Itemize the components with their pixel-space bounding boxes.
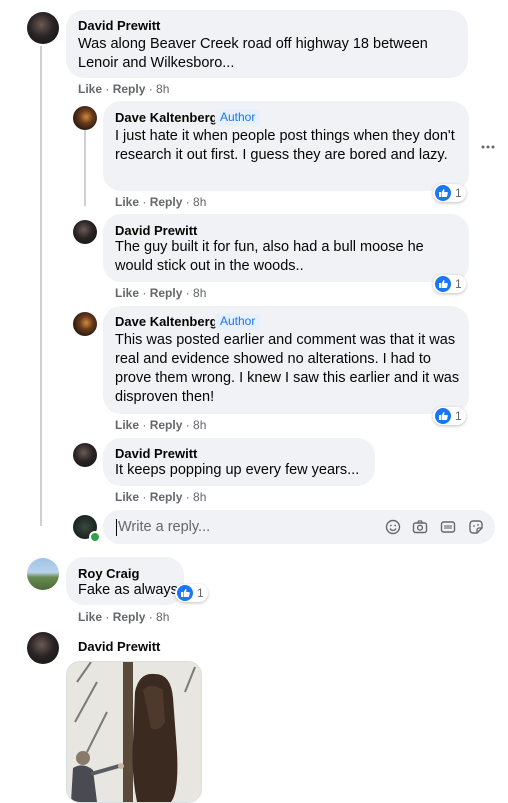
avatar[interactable] [73,220,97,244]
like-reaction-icon [435,185,451,201]
reply-link[interactable]: Reply [150,490,183,504]
text-cursor [116,519,117,536]
avatar[interactable] [73,106,97,130]
online-status-dot [89,531,101,543]
comment-text: I just hate it when people post things w… [115,128,455,163]
reply-link[interactable]: Reply [113,82,146,96]
reaction-count[interactable]: 1 [433,407,466,425]
timestamp[interactable]: 8h [193,490,206,504]
comment-author-name[interactable]: Roy Craig [78,566,139,581]
comment-text: This was posted earlier and comment was … [115,332,460,405]
like-link[interactable]: Like [115,286,139,300]
thread-line [40,46,42,526]
reply-link[interactable]: Reply [150,195,183,209]
comment-author-name[interactable]: David Prewitt [78,639,160,654]
author-badge: Author [215,313,261,330]
comment-meta: Like · Reply · 8h [115,418,207,432]
comment-photo[interactable] [66,661,202,803]
more-options-icon[interactable] [480,139,496,155]
comment-meta: Like · Reply · 8h [78,82,170,96]
avatar[interactable] [27,12,59,44]
comment-author-name[interactable]: Dave Kaltenberg [115,314,218,329]
like-link[interactable]: Like [115,418,139,432]
reply-link[interactable]: Reply [150,286,183,300]
like-link[interactable]: Like [115,490,139,504]
comment-meta: Like · Reply · 8h [115,195,207,209]
comment-author-name[interactable]: Dave Kaltenberg [115,110,218,125]
like-reaction-icon [435,408,451,424]
like-link[interactable]: Like [78,610,102,624]
like-link[interactable]: Like [115,195,139,209]
comment-text: The guy built it for fun, also had a bul… [115,239,424,274]
avatar[interactable] [73,312,97,336]
comment-meta: Like · Reply · 8h [115,490,207,504]
timestamp[interactable]: 8h [156,82,169,96]
like-reaction-icon [177,585,193,601]
sticker-icon[interactable] [468,519,484,535]
timestamp[interactable]: 8h [193,286,206,300]
timestamp[interactable]: 8h [193,418,206,432]
comment-author-name[interactable]: David Prewitt [115,446,197,461]
timestamp[interactable]: 8h [193,195,206,209]
gif-icon[interactable] [440,519,456,535]
comment-text: Was along Beaver Creek road off highway … [78,36,428,71]
avatar[interactable] [73,443,97,467]
comment-author-name[interactable]: David Prewitt [78,18,160,33]
camera-icon[interactable] [412,519,428,535]
thread-line [84,128,86,206]
comment-text: It keeps popping up every few years... [115,462,360,478]
comment-meta: Like · Reply · 8h [78,610,170,624]
like-link[interactable]: Like [78,82,102,96]
avatar[interactable] [27,632,59,664]
reply-input-placeholder[interactable]: Write a reply... [118,519,210,535]
avatar[interactable] [27,558,59,590]
reaction-count[interactable]: 1 [433,275,466,293]
emoji-icon[interactable] [385,519,401,535]
reply-link[interactable]: Reply [113,610,146,624]
author-badge: Author [215,109,261,126]
timestamp[interactable]: 8h [156,610,169,624]
reply-link[interactable]: Reply [150,418,183,432]
like-reaction-icon [435,276,451,292]
comment-text: Fake as always [78,582,178,598]
comment-meta: Like · Reply · 8h [115,286,207,300]
reaction-count[interactable]: 1 [175,584,208,602]
reaction-count[interactable]: 1 [433,184,466,202]
comment-author-name[interactable]: David Prewitt [115,223,197,238]
